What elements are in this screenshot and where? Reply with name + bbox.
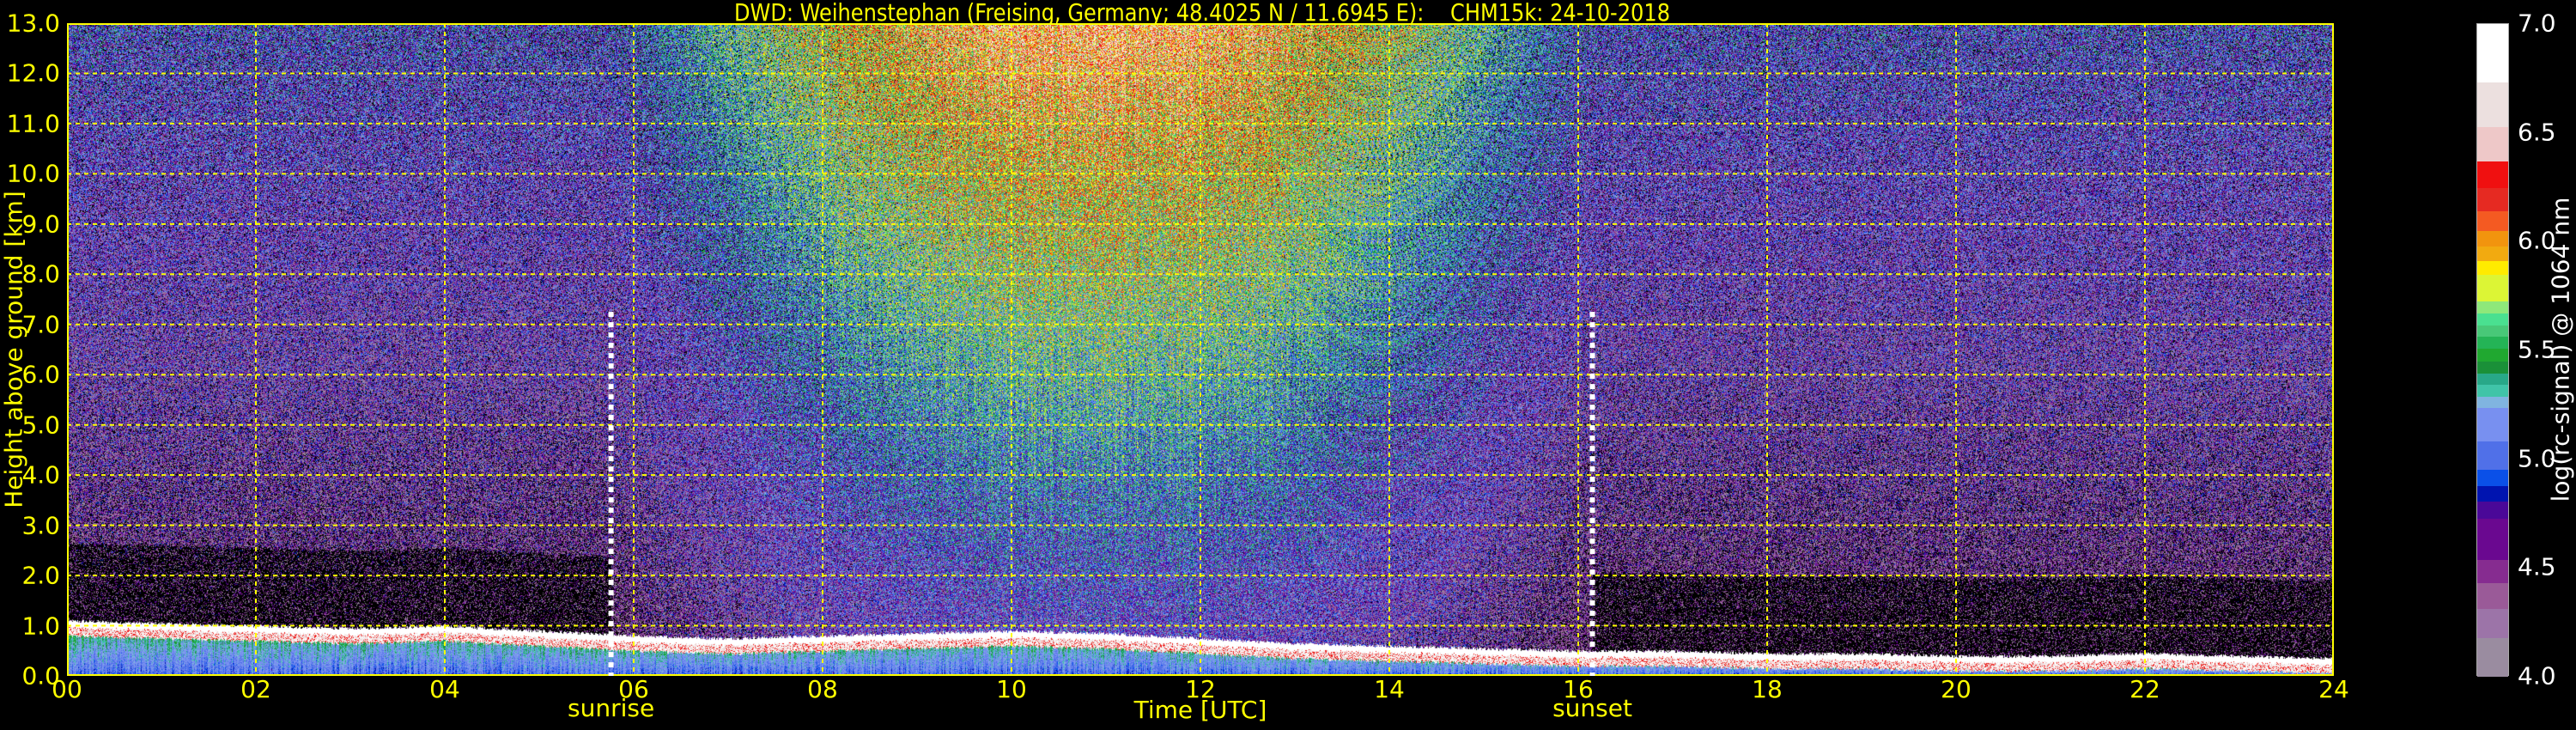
colorbar-tick-label: 7.0 (2518, 9, 2556, 38)
x-tick-label: 24 (2318, 675, 2349, 703)
colorbar-segment (2477, 229, 2508, 247)
y-tick-label: 2.0 (21, 561, 60, 590)
colorbar-segment (2477, 517, 2508, 561)
colorbar-segment (2477, 347, 2508, 362)
colorbar-segment (2477, 81, 2508, 127)
x-tick-label: 00 (52, 675, 82, 703)
colorbar-segment (2477, 125, 2508, 162)
colorbar-segment (2477, 24, 2508, 83)
colorbar (2476, 23, 2509, 677)
y-tick-label: 10.0 (6, 159, 60, 188)
colorbar-segment (2477, 558, 2508, 584)
x-tick-label: 14 (1374, 675, 1405, 703)
x-tick-label: 02 (240, 675, 271, 703)
colorbar-segment (2477, 636, 2508, 677)
colorbar-segment (2477, 160, 2508, 189)
colorbar-segment (2477, 468, 2508, 487)
x-tick-label: 22 (2129, 675, 2160, 703)
y-tick-label: 3.0 (21, 511, 60, 540)
colorbar-segment (2477, 607, 2508, 638)
y-tick-label: 7.0 (21, 310, 60, 339)
colorbar-tick-label: 6.5 (2518, 118, 2556, 147)
x-tick-label: 08 (807, 675, 838, 703)
colorbar-segment (2477, 259, 2508, 276)
colorbar-segment (2477, 324, 2508, 338)
colorbar-segment (2477, 406, 2508, 441)
y-tick-label: 11.0 (6, 109, 60, 138)
colorbar-segment (2477, 383, 2508, 397)
colorbar-segment (2477, 300, 2508, 313)
x-tick-label: 12 (1185, 675, 1216, 703)
colorbar-segment (2477, 484, 2508, 502)
sunrise-label: sunrise (568, 694, 655, 722)
y-tick-label: 12.0 (6, 58, 60, 88)
grid-overlay (67, 23, 2334, 676)
y-tick-label: 4.0 (21, 460, 60, 490)
colorbar-segment (2477, 500, 2508, 520)
backscatter-heatmap (67, 23, 2334, 676)
y-tick-label: 1.0 (21, 611, 60, 641)
colorbar-segment (2477, 312, 2508, 326)
colorbar-segment (2477, 273, 2508, 302)
colorbar-segment (2477, 186, 2508, 212)
y-tick-label: 9.0 (21, 210, 60, 239)
y-tick-label: 6.0 (21, 360, 60, 389)
y-tick-label: 8.0 (21, 259, 60, 289)
colorbar-segment (2477, 372, 2508, 385)
sunset-label: sunset (1552, 694, 1632, 722)
colorbar-label: log(rc-signal) @ 1064 nm (2546, 197, 2575, 502)
x-tick-label: 04 (429, 675, 460, 703)
colorbar-segment (2477, 210, 2508, 231)
colorbar-tick-label: 4.0 (2518, 661, 2556, 690)
colorbar-segment (2477, 360, 2508, 374)
colorbar-segment (2477, 245, 2508, 261)
y-tick-label: 5.0 (21, 411, 60, 440)
colorbar-segment (2477, 440, 2508, 471)
x-tick-label: 18 (1752, 675, 1783, 703)
x-tick-label: 10 (996, 675, 1027, 703)
colorbar-segment (2477, 581, 2508, 609)
x-tick-label: 20 (1941, 675, 1971, 703)
colorbar-tick-label: 4.5 (2518, 552, 2556, 581)
y-tick-label: 13.0 (6, 9, 60, 38)
colorbar-segment (2477, 395, 2508, 408)
colorbar-segment (2477, 335, 2508, 350)
